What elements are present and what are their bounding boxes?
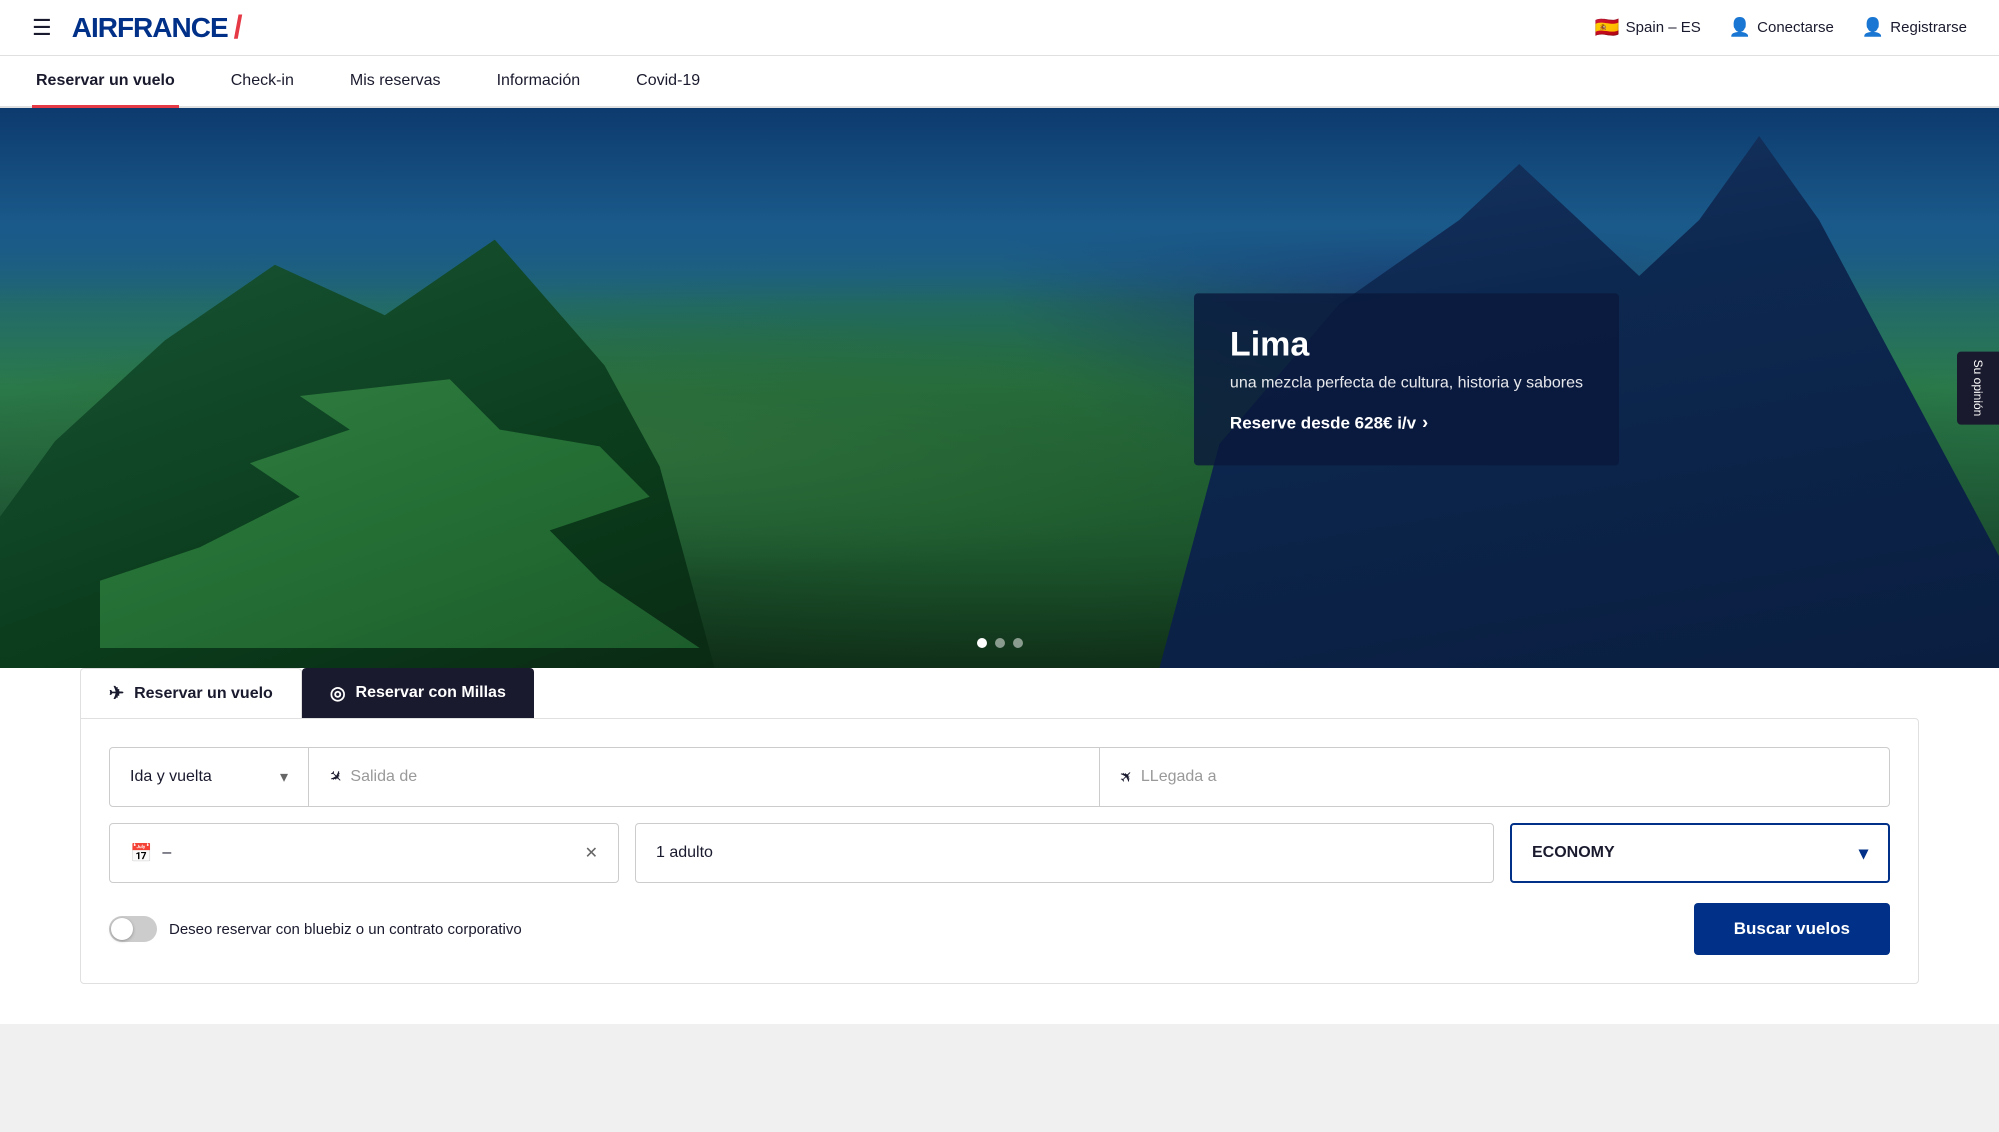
top-navigation: ☰ AIRFRANCE / 🇪🇸 Spain – ES 👤 Conectarse… (0, 0, 1999, 56)
carousel-indicators (977, 638, 1023, 648)
hamburger-menu[interactable]: ☰ (32, 15, 52, 41)
indicator-1[interactable] (977, 638, 987, 648)
destination-card: Lima una mezcla perfecta de cultura, his… (1194, 293, 1619, 465)
trip-type-selector[interactable]: Ida y vuelta ▾ (109, 747, 309, 807)
logo-text: AIRFRANCE (72, 12, 228, 44)
clear-date-button[interactable]: ✕ (585, 843, 598, 863)
booking-tab-flight[interactable]: ✈ Reservar un vuelo (80, 668, 302, 718)
booking-tabs: ✈ Reservar un vuelo ◎ Reservar con Milla… (80, 668, 1919, 718)
tab-reservar[interactable]: Reservar un vuelo (32, 56, 179, 106)
miles-tab-icon: ◎ (330, 683, 346, 704)
register-link[interactable]: 👤 Registrarse (1862, 17, 1967, 38)
trip-type-chevron-icon: ▾ (280, 767, 288, 787)
opinion-tab[interactable]: Su opinión (1957, 352, 1999, 425)
hero-background (0, 108, 1999, 668)
nav-tabs: Reservar un vuelo Check-in Mis reservas … (0, 56, 1999, 108)
cabin-chevron-icon: ▾ (1859, 843, 1868, 864)
calendar-icon: 📅 (130, 843, 152, 864)
tab-checkin[interactable]: Check-in (227, 56, 298, 106)
booking-form: Ida y vuelta ▾ ✈ Salida de ✈ LLegada a 📅… (80, 718, 1919, 984)
tab-informacion[interactable]: Información (493, 56, 585, 106)
booking-tab1-label: Reservar un vuelo (134, 685, 273, 703)
indicator-2[interactable] (995, 638, 1005, 648)
tab-reservas[interactable]: Mis reservas (346, 56, 445, 106)
country-selector[interactable]: 🇪🇸 Spain – ES (1595, 15, 1701, 40)
hero-banner: Lima una mezcla perfecta de cultura, his… (0, 108, 1999, 668)
price-link[interactable]: Reserve desde 628€ i/v › (1230, 412, 1583, 433)
indicator-3[interactable] (1013, 638, 1023, 648)
person-icon: 👤 (1729, 17, 1751, 38)
top-right-actions: 🇪🇸 Spain – ES 👤 Conectarse 👤 Registrarse (1595, 15, 1967, 40)
cabin-class-selector[interactable]: ECONOMY ▾ (1510, 823, 1890, 883)
chevron-right-icon: › (1422, 412, 1428, 433)
date-picker[interactable]: 📅 – ✕ (109, 823, 619, 883)
logo-slash: / (234, 9, 243, 46)
destination-field[interactable]: ✈ LLegada a (1100, 747, 1891, 807)
booking-tab2-label: Reservar con Millas (356, 684, 506, 702)
register-label: Registrarse (1890, 19, 1967, 36)
tab-covid[interactable]: Covid-19 (632, 56, 704, 106)
destination-subtitle: una mezcla perfecta de cultura, historia… (1230, 374, 1583, 392)
form-row-2: 📅 – ✕ 1 adulto ECONOMY ▾ (109, 823, 1890, 883)
bluebiz-label: Deseo reservar con bluebiz o un contrato… (169, 921, 522, 938)
spain-flag-icon: 🇪🇸 (1595, 15, 1620, 40)
bluebiz-toggle[interactable] (109, 916, 157, 942)
booking-tab-miles[interactable]: ◎ Reservar con Millas (302, 668, 534, 718)
origin-field[interactable]: ✈ Salida de (309, 747, 1100, 807)
cabin-value: ECONOMY (1532, 844, 1615, 862)
search-flights-button[interactable]: Buscar vuelos (1694, 903, 1890, 955)
origin-placeholder: Salida de (350, 768, 417, 786)
form-row-3: Deseo reservar con bluebiz o un contrato… (109, 903, 1890, 955)
booking-section: ✈ Reservar un vuelo ◎ Reservar con Milla… (0, 668, 1999, 1024)
passengers-field[interactable]: 1 adulto (635, 823, 1494, 883)
date-value: – (162, 844, 171, 862)
bluebiz-row: Deseo reservar con bluebiz o un contrato… (109, 916, 522, 942)
login-label: Conectarse (1757, 19, 1834, 36)
register-icon: 👤 (1862, 17, 1884, 38)
form-row-1: Ida y vuelta ▾ ✈ Salida de ✈ LLegada a (109, 747, 1890, 807)
takeoff-icon: ✈ (324, 765, 348, 789)
trip-type-value: Ida y vuelta (130, 768, 212, 786)
country-label: Spain – ES (1626, 19, 1701, 36)
landing-icon: ✈ (1114, 765, 1138, 789)
toggle-knob (111, 918, 133, 940)
destination-title: Lima (1230, 325, 1583, 364)
pax-value: 1 adulto (656, 844, 713, 862)
dest-placeholder: LLegada a (1141, 768, 1217, 786)
login-link[interactable]: 👤 Conectarse (1729, 17, 1834, 38)
plane-tab-icon: ✈ (109, 683, 124, 704)
logo[interactable]: AIRFRANCE / (72, 9, 243, 46)
opinion-label: Su opinión (1971, 360, 1985, 417)
price-label: Reserve desde 628€ i/v (1230, 413, 1416, 433)
